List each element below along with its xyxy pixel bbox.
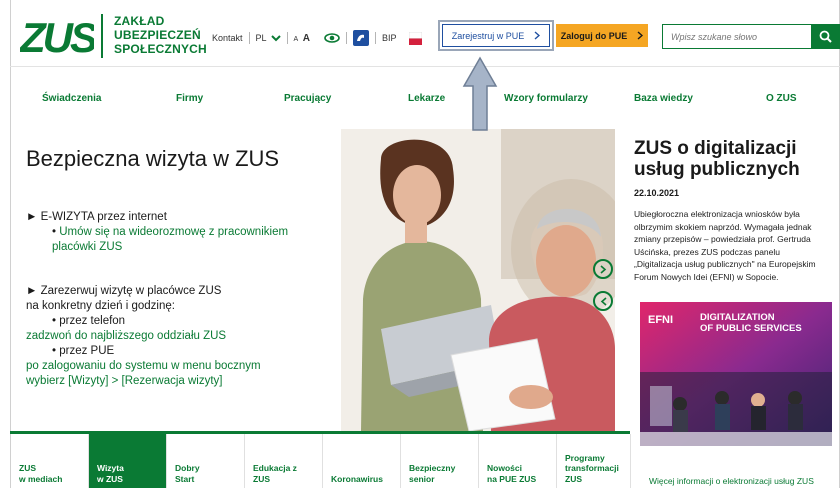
font-size-toggle[interactable]: A A — [294, 33, 311, 44]
search-icon — [819, 30, 832, 43]
chevron-right-icon — [534, 31, 541, 40]
bip-link[interactable]: BIP — [382, 33, 397, 43]
search-input[interactable] — [663, 25, 811, 48]
e-visit-section: ► E-WIZYTA przez internet • Umów się na … — [26, 210, 288, 255]
org-name-line-1: ZAKŁAD — [114, 14, 165, 28]
tab-programy-transformacji[interactable]: Programy transformacji ZUS — [557, 434, 631, 488]
tab-dobry-start[interactable]: Dobry Start — [167, 434, 245, 488]
phone-link[interactable]: zadzwoń do najbliższego oddziału ZUS — [26, 329, 261, 344]
slider-prev-button[interactable] — [593, 291, 613, 311]
nav-item-wzory-formularzy[interactable]: Wzory formularzy — [504, 93, 588, 104]
pue-instruction-line-2: wybierz [Wizyty] > [Rezerwacja wizyty] — [26, 375, 223, 387]
tab-label: Bezpieczny — [409, 463, 456, 473]
efni-banner-line-2: OF PUBLIC SERVICES — [700, 323, 802, 334]
zus-logo[interactable]: ZUS — [20, 14, 94, 58]
tab-nowosci-na-pue[interactable]: Nowości na PUE ZUS — [479, 434, 557, 488]
e-visit-heading: ► E-WIZYTA przez internet — [26, 211, 167, 223]
tab-bezpieczny-senior[interactable]: Bezpieczny senior — [401, 434, 479, 488]
tab-label: ZUS — [565, 473, 582, 484]
nav-item-swiadczenia[interactable]: Świadczenia — [42, 93, 101, 104]
chevron-right-icon — [637, 31, 644, 40]
tab-label: Edukacja z — [253, 463, 297, 473]
tab-label: transformacji — [565, 463, 619, 473]
bullet: • — [52, 315, 57, 327]
divider — [286, 32, 288, 44]
nav-item-lekarze[interactable]: Lekarze — [408, 93, 445, 104]
divider — [317, 32, 318, 44]
news-image[interactable]: EFNI DIGITALIZATION OF PUBLIC SERVICES — [640, 302, 832, 446]
nav-item-baza-wiedzy[interactable]: Baza wiedzy — [634, 93, 693, 104]
news-title[interactable]: ZUS o digitalizacji usług publicznych — [634, 138, 830, 180]
register-pue-label: Zarejestruj w PUE — [451, 30, 525, 41]
reservation-heading: ► Zarezerwuj wizytę w placówce ZUS — [26, 285, 222, 297]
tab-label: Dobry — [175, 463, 200, 473]
e-visit-link-line-1: Umów się na wideorozmowę z pracownikiem — [59, 226, 289, 238]
tab-label: ZUS — [253, 473, 270, 484]
efni-banner: DIGITALIZATION OF PUBLIC SERVICES — [700, 312, 802, 334]
arrow-up-icon — [462, 56, 498, 131]
utility-bar: Kontakt PL A A BIP — [212, 30, 423, 46]
efni-banner-line-1: DIGITALIZATION — [700, 312, 775, 323]
bullet: • — [52, 345, 57, 357]
header-divider — [10, 66, 840, 67]
tab-label: w mediach — [19, 473, 63, 484]
tab-label: na PUE ZUS — [487, 473, 537, 484]
slider-next-button[interactable] — [593, 259, 613, 279]
bullet: • — [52, 226, 57, 238]
logo-divider — [101, 14, 103, 58]
tab-koronawirus[interactable]: Koronawirus — [323, 434, 401, 488]
tab-label: Wizyta — [97, 463, 124, 473]
search-box — [662, 24, 840, 49]
tab-label: ZUS — [19, 463, 36, 473]
tab-wizyta-w-zus[interactable]: Wizyta w ZUS — [89, 434, 167, 488]
phone-label: przez telefon — [59, 315, 126, 327]
org-name-line-2: UBEZPIECZEŃ — [114, 28, 201, 42]
org-name: ZAKŁAD UBEZPIECZEŃ SPOŁECZNYCH — [114, 14, 207, 56]
tab-edukacja-z-zus[interactable]: Edukacja z ZUS — [245, 434, 323, 488]
nav-item-pracujacy[interactable]: Pracujący — [284, 93, 331, 104]
tab-label: Nowości — [487, 463, 522, 473]
efni-badge: EFNI — [648, 314, 674, 326]
divider — [345, 32, 347, 44]
contact-link[interactable]: Kontakt — [212, 33, 243, 43]
promo-title: Bezpieczna wizyta w ZUS — [26, 146, 280, 171]
sign-language-icon[interactable] — [352, 30, 369, 46]
register-pue-button[interactable]: Zarejestruj w PUE — [442, 24, 550, 47]
reservation-section: ► Zarezerwuj wizytę w placówce ZUS na ko… — [26, 284, 261, 389]
divider — [248, 32, 250, 44]
eye-icon[interactable] — [324, 33, 340, 43]
pue-option: • przez PUE — [26, 344, 261, 359]
reservation-subheading: na konkretny dzień i godzinę: — [26, 300, 175, 312]
org-name-line-3: SPOŁECZNYCH — [114, 42, 207, 56]
tab-label: w ZUS — [97, 473, 123, 484]
slider-next-icon — [599, 264, 606, 274]
slider-prev-icon — [600, 296, 607, 306]
login-pue-label: Zaloguj do PUE — [560, 30, 628, 41]
tab-zus-w-mediach[interactable]: ZUS w mediach — [11, 434, 89, 488]
tab-label: senior — [409, 473, 435, 484]
poland-flag-icon[interactable] — [409, 31, 423, 45]
e-visit-link[interactable]: • Umów się na wideorozmowę z pracownikie… — [26, 225, 288, 240]
tab-label: Programy — [565, 452, 605, 463]
chevron-down-icon — [270, 35, 281, 42]
nav-item-o-zus[interactable]: O ZUS — [766, 93, 797, 104]
pue-instruction-line-1: po zalogowaniu do systemu w menu bocznym — [26, 360, 261, 372]
news-body: Ubiegłoroczna elektronizacja wniosków by… — [634, 209, 816, 282]
divider — [374, 32, 376, 44]
tab-label: Start — [175, 473, 195, 484]
tab-label: Koronawirus — [331, 473, 383, 484]
divider — [402, 32, 403, 44]
svg-text:ZUS: ZUS — [20, 14, 94, 58]
hero-photo — [341, 129, 615, 431]
news-date: 22.10.2021 — [634, 188, 680, 198]
pue-label: przez PUE — [59, 345, 115, 357]
news-more-link[interactable]: Więcej informacji o elektronizacji usług… — [649, 476, 814, 486]
phone-option: • przez telefon — [26, 314, 261, 329]
language-select[interactable]: PL — [256, 33, 281, 43]
login-pue-button[interactable]: Zaloguj do PUE — [556, 24, 648, 47]
e-visit-link-line-2[interactable]: placówki ZUS — [26, 240, 288, 255]
search-button[interactable] — [811, 25, 839, 48]
nav-item-firmy[interactable]: Firmy — [176, 93, 203, 104]
language-value: PL — [255, 33, 267, 43]
